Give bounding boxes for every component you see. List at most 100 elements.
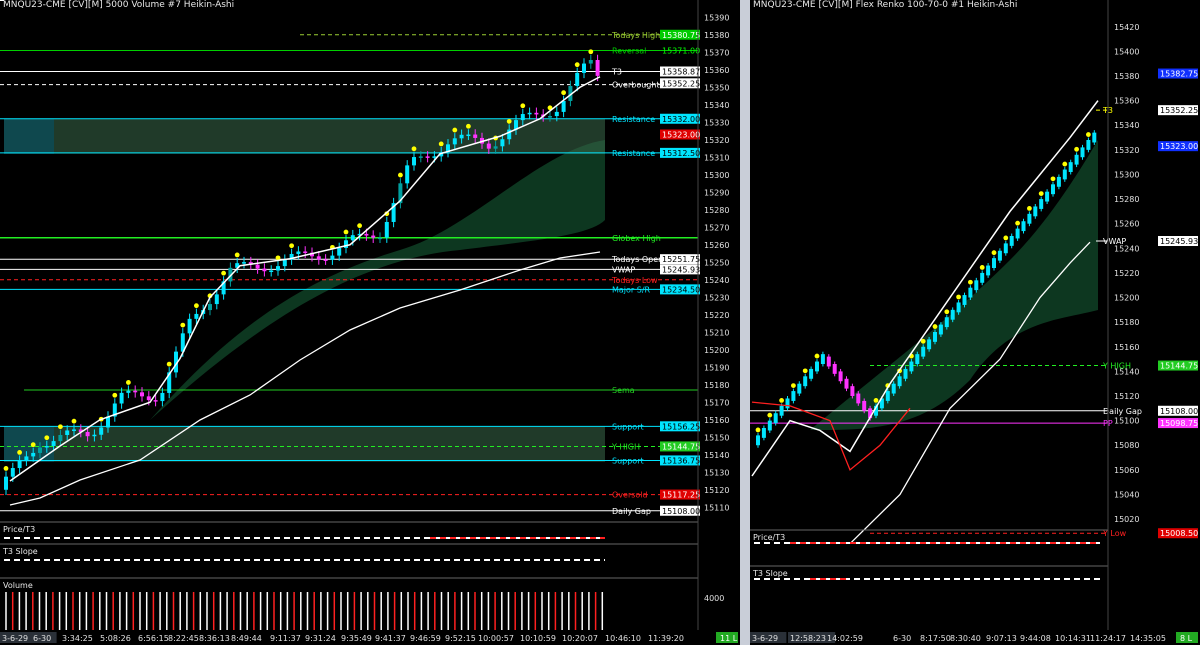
candle-body bbox=[486, 143, 491, 149]
candle-body bbox=[779, 405, 784, 416]
level-label: Major S/R bbox=[612, 285, 651, 294]
y-tick-label: 15300 bbox=[704, 171, 729, 180]
left-volume-label: Volume bbox=[3, 581, 33, 590]
x-tick-label: 9:44:08 bbox=[1020, 634, 1051, 643]
swing-dot bbox=[991, 250, 997, 256]
candle-body bbox=[119, 392, 124, 404]
level-price-text: 15352.25 bbox=[662, 79, 700, 88]
candle-body bbox=[344, 240, 348, 248]
y-tick-label: 15210 bbox=[704, 328, 729, 337]
candle-body bbox=[31, 452, 36, 457]
y-tick-label: 15160 bbox=[1114, 343, 1139, 352]
candle-body bbox=[459, 134, 464, 139]
y-tick-label: 15330 bbox=[704, 118, 729, 127]
x-tick-label: 5:08:26 bbox=[100, 634, 131, 643]
candle-body bbox=[1074, 154, 1079, 165]
x-tick-label: 10:10:59 bbox=[520, 634, 556, 643]
candle-body bbox=[1015, 228, 1020, 239]
y-tick-label: 15180 bbox=[704, 381, 729, 390]
swing-dot bbox=[873, 397, 879, 403]
level-label: Todays Open bbox=[611, 255, 663, 264]
x-tick-label: 9:41:37 bbox=[375, 634, 406, 643]
level-price-text: 15108.00 bbox=[662, 507, 700, 516]
candle-body bbox=[85, 432, 90, 437]
candle-body bbox=[844, 378, 849, 389]
swing-dot bbox=[221, 270, 227, 276]
level-price-text: 15332.00 bbox=[662, 115, 700, 124]
level-label: Globex High bbox=[612, 234, 661, 243]
y-tick-label: 15170 bbox=[704, 398, 729, 407]
y-tick-label: 15020 bbox=[1114, 515, 1139, 524]
level-price-text: 15108.00 bbox=[1160, 407, 1198, 416]
y-tick-label: 15380 bbox=[1114, 72, 1139, 81]
candle-body bbox=[1009, 236, 1014, 246]
y-tick-label: 15280 bbox=[1114, 195, 1139, 204]
level-price-text: 15352.25 bbox=[1160, 106, 1198, 115]
candle-body bbox=[72, 429, 76, 431]
left-price-t3-label: Price/T3 bbox=[3, 525, 36, 534]
swing-dot bbox=[343, 229, 349, 235]
candle-body bbox=[146, 396, 151, 401]
candle-body bbox=[65, 430, 70, 435]
y-tick-label: 15280 bbox=[704, 206, 729, 215]
level-price-text: 15144.75 bbox=[662, 442, 700, 451]
candle-body bbox=[575, 72, 580, 86]
candle-body bbox=[773, 413, 778, 424]
level-price-text: 15382.75 bbox=[1160, 70, 1198, 79]
candle-body bbox=[820, 354, 825, 364]
x-tick-label: 3-6-29 bbox=[752, 634, 778, 643]
candle-body bbox=[269, 270, 274, 273]
x-tick-label: 3:34:25 bbox=[62, 634, 93, 643]
y-tick-label: 15290 bbox=[704, 188, 729, 197]
y-tick-label: 15130 bbox=[704, 468, 729, 477]
candle-body bbox=[38, 447, 42, 453]
y-tick-label: 15390 bbox=[704, 13, 729, 22]
y-tick-label: 15200 bbox=[704, 346, 729, 355]
candle-body bbox=[927, 339, 932, 350]
candle-body bbox=[412, 157, 416, 166]
swing-dot bbox=[30, 442, 36, 448]
candle-body bbox=[99, 427, 104, 435]
swing-dot bbox=[561, 90, 566, 96]
candle-body bbox=[4, 476, 8, 490]
left-chart-pane[interactable]: 15390 15380 15370 15360 15350 15340 15330 15320… bbox=[0, 0, 740, 645]
candle-body bbox=[909, 361, 914, 372]
x-tick-label: 10:14:31 bbox=[1055, 634, 1091, 643]
corner-badge-text: 11 L bbox=[720, 634, 738, 643]
swing-dot bbox=[452, 127, 458, 133]
candle-body bbox=[473, 134, 478, 138]
candle-body bbox=[214, 294, 219, 305]
candle-body bbox=[364, 233, 369, 236]
candle-body bbox=[1033, 206, 1038, 217]
swing-dot bbox=[1015, 220, 1020, 226]
right-t3-slope-label: T3 Slope bbox=[753, 569, 788, 578]
level-price-text: 15245.93 bbox=[1160, 237, 1198, 246]
x-tick-label: 8:17:50 bbox=[920, 634, 951, 643]
y-tick-label: 15420 bbox=[1114, 23, 1139, 32]
candle-body bbox=[785, 398, 790, 409]
y-tick-label: 15120 bbox=[704, 486, 729, 495]
right-chart-pane[interactable]: 15420 15400 15380 15360 15340 15320 15300 15280… bbox=[750, 0, 1200, 645]
swing-dot bbox=[755, 427, 761, 433]
candle-body bbox=[554, 111, 559, 117]
y-tick-label: 15160 bbox=[704, 416, 729, 425]
candle-body bbox=[51, 441, 56, 446]
pane-divider[interactable] bbox=[740, 0, 750, 645]
candle-body bbox=[140, 392, 144, 397]
candle-body bbox=[208, 304, 212, 311]
candle-body bbox=[452, 138, 457, 145]
swing-dot bbox=[1062, 161, 1068, 167]
candle-body bbox=[595, 59, 600, 76]
y-tick-label: 15140 bbox=[704, 451, 729, 460]
candle-body bbox=[153, 400, 158, 402]
candle-body bbox=[10, 468, 15, 477]
candle-body bbox=[160, 392, 165, 402]
candle-body bbox=[282, 259, 287, 267]
level-label: Resistance bbox=[612, 115, 655, 124]
candle-body bbox=[826, 356, 831, 367]
swing-dot bbox=[944, 309, 950, 315]
candle-body bbox=[891, 383, 896, 394]
level-label: VWAP bbox=[612, 265, 635, 274]
level-price-text: 15008.50 bbox=[1160, 529, 1198, 538]
candle-body bbox=[337, 247, 342, 256]
